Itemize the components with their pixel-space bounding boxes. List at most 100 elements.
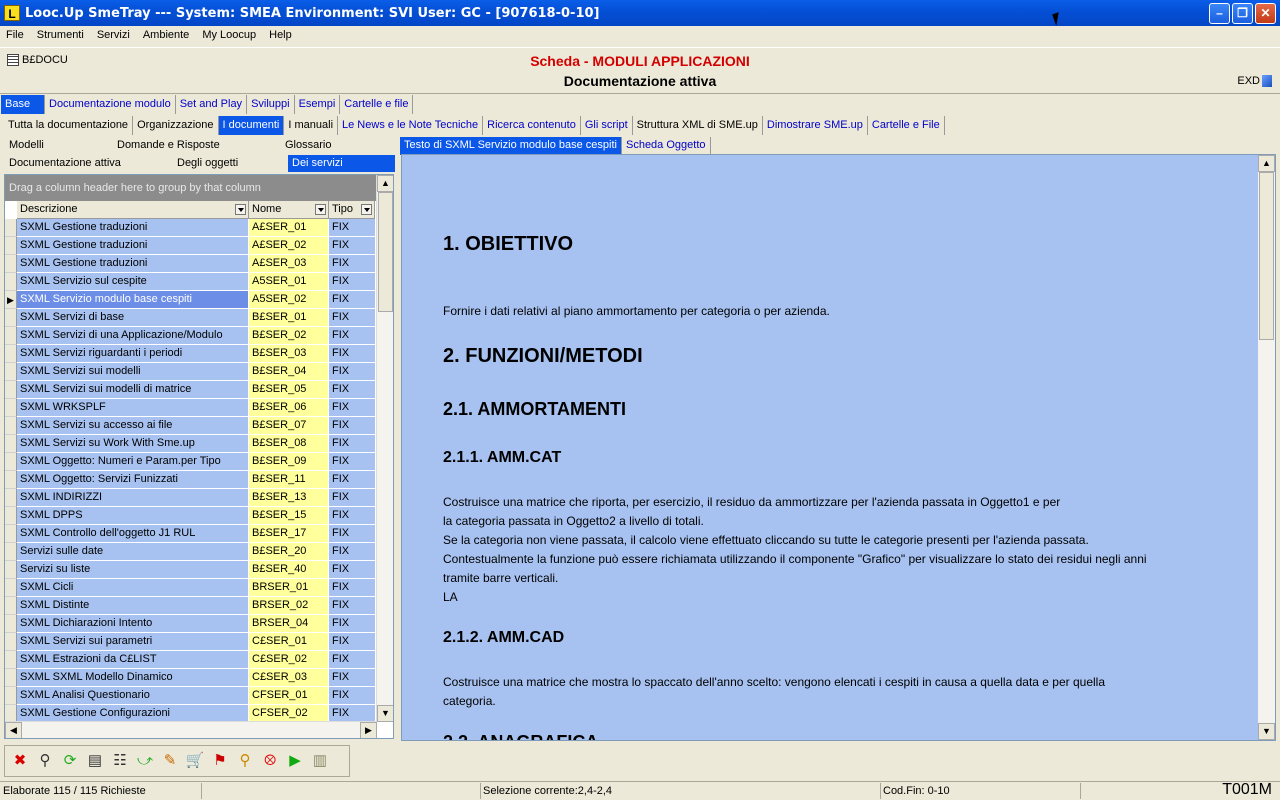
cell-nome[interactable]: B£SER_09: [249, 453, 329, 471]
cell-tipo[interactable]: FIX: [329, 687, 375, 705]
row-selector[interactable]: [5, 237, 17, 255]
cell-nome[interactable]: B£SER_17: [249, 525, 329, 543]
flag-icon[interactable]: ⚑: [209, 750, 231, 772]
cell-tipo[interactable]: FIX: [329, 579, 375, 597]
cell-descrizione[interactable]: SXML Servizi su Work With Sme.up: [17, 435, 249, 453]
row-selector[interactable]: [5, 471, 17, 489]
cell-descrizione[interactable]: SXML Estrazioni da C£LIST: [17, 651, 249, 669]
play-icon[interactable]: ▶: [284, 750, 306, 772]
row-selector[interactable]: [5, 381, 17, 399]
scroll-up-icon[interactable]: ▲: [1258, 155, 1275, 172]
tab-sviluppi[interactable]: Sviluppi: [247, 95, 295, 114]
cell-nome[interactable]: B£SER_15: [249, 507, 329, 525]
table-row[interactable]: SXML Servizi sui modelli di matrice B£SER…: [5, 381, 377, 399]
row-selector[interactable]: [5, 309, 17, 327]
table-row[interactable]: SXML SXML Modello Dinamico C£SER_03 FIX: [5, 669, 377, 687]
cell-tipo[interactable]: FIX: [329, 417, 375, 435]
cell-tipo[interactable]: FIX: [329, 669, 375, 687]
tab-gli-script[interactable]: Gli script: [581, 116, 633, 135]
cell-descrizione[interactable]: SXML INDIRIZZI: [17, 489, 249, 507]
cell-descrizione[interactable]: Servizi sulle date: [17, 543, 249, 561]
table-row[interactable]: SXML Cicli BRSER_01 FIX: [5, 579, 377, 597]
row-selector[interactable]: [5, 489, 17, 507]
row-selector[interactable]: [5, 453, 17, 471]
row-selector[interactable]: [5, 363, 17, 381]
row-selector[interactable]: [5, 507, 17, 525]
cell-descrizione[interactable]: SXML WRKSPLF: [17, 399, 249, 417]
cell-descrizione[interactable]: SXML SXML Modello Dinamico: [17, 669, 249, 687]
scroll-down-icon[interactable]: ▼: [377, 705, 393, 722]
exd-icon[interactable]: [1262, 75, 1272, 87]
row-selector[interactable]: [5, 561, 17, 579]
tab-degli-oggetti[interactable]: Degli oggetti: [173, 155, 238, 172]
table-row[interactable]: SXML Servizi sui parametri C£SER_01 FIX: [5, 633, 377, 651]
cell-descrizione[interactable]: SXML Servizi sui modelli di matrice: [17, 381, 249, 399]
table-row[interactable]: Servizi sulle date B£SER_20 FIX: [5, 543, 377, 561]
cell-tipo[interactable]: FIX: [329, 309, 375, 327]
tab-struttura-xml[interactable]: Struttura XML di SME.up: [633, 116, 763, 135]
table-row[interactable]: SXML INDIRIZZI B£SER_13 FIX: [5, 489, 377, 507]
row-selector[interactable]: [5, 435, 17, 453]
cell-descrizione[interactable]: SXML Servizi su accesso ai file: [17, 417, 249, 435]
cell-descrizione[interactable]: SXML Servizi di una Applicazione/Modulo: [17, 327, 249, 345]
print-icon[interactable]: ☷: [109, 750, 131, 772]
cell-nome[interactable]: B£SER_40: [249, 561, 329, 579]
filter-dropdown-icon[interactable]: [235, 204, 246, 215]
tab-ricerca-contenuto[interactable]: Ricerca contenuto: [483, 116, 581, 135]
group-by-bar[interactable]: Drag a column header here to group by th…: [5, 175, 377, 201]
tab-i-documenti[interactable]: I documenti: [218, 116, 285, 135]
row-selector[interactable]: [5, 579, 17, 597]
cell-tipo[interactable]: FIX: [329, 597, 375, 615]
cell-tipo[interactable]: FIX: [329, 489, 375, 507]
cell-descrizione[interactable]: SXML Servizi sui parametri: [17, 633, 249, 651]
tab-documentazione-attiva[interactable]: Documentazione attiva: [5, 155, 121, 172]
cell-nome[interactable]: B£SER_04: [249, 363, 329, 381]
table-row[interactable]: SXML Servizi sui modelli B£SER_04 FIX: [5, 363, 377, 381]
document-vertical-scrollbar[interactable]: ▲ ▼: [1258, 155, 1275, 740]
column-tipo[interactable]: Tipo: [329, 201, 375, 219]
cell-descrizione[interactable]: SXML Servizi di base: [17, 309, 249, 327]
table-row[interactable]: SXML Servizi riguardanti i periodi B£SER_…: [5, 345, 377, 363]
cell-nome[interactable]: BRSER_04: [249, 615, 329, 633]
cell-descrizione[interactable]: SXML Servizi sui modelli: [17, 363, 249, 381]
tab-documentazione-modulo[interactable]: Documentazione modulo: [45, 95, 176, 114]
cell-tipo[interactable]: FIX: [329, 273, 375, 291]
filter-dropdown-icon[interactable]: [315, 204, 326, 215]
table-row[interactable]: SXML Estrazioni da C£LIST C£SER_02 FIX: [5, 651, 377, 669]
cell-tipo[interactable]: FIX: [329, 561, 375, 579]
menu-my-loocup[interactable]: My Loocup: [202, 29, 256, 41]
table-row[interactable]: SXML Distinte BRSER_02 FIX: [5, 597, 377, 615]
cell-tipo[interactable]: FIX: [329, 219, 375, 237]
cell-descrizione[interactable]: SXML Oggetto: Numeri e Param.per Tipo: [17, 453, 249, 471]
tab-organizzazione[interactable]: Organizzazione: [133, 116, 219, 135]
cell-tipo[interactable]: FIX: [329, 507, 375, 525]
cell-nome[interactable]: B£SER_20: [249, 543, 329, 561]
row-selector[interactable]: [5, 525, 17, 543]
search-icon[interactable]: ⚲: [34, 750, 56, 772]
table-row[interactable]: SXML Controllo dell'oggetto J1 RUL B£SER_…: [5, 525, 377, 543]
table-row[interactable]: SXML Oggetto: Numeri e Param.per Tipo B£S…: [5, 453, 377, 471]
edit-icon[interactable]: ✎: [159, 750, 181, 772]
minimize-button[interactable]: –: [1209, 3, 1230, 24]
cell-descrizione[interactable]: SXML Distinte: [17, 597, 249, 615]
tab-testo-sxml[interactable]: Testo di SXML Servizio modulo base cespi…: [400, 137, 622, 155]
cell-tipo[interactable]: FIX: [329, 435, 375, 453]
cell-descrizione[interactable]: SXML Analisi Questionario: [17, 687, 249, 705]
cell-descrizione[interactable]: Servizi su liste: [17, 561, 249, 579]
row-selector[interactable]: [5, 219, 17, 237]
tab-scheda-oggetto[interactable]: Scheda Oggetto: [622, 137, 711, 155]
tab-dimostrare[interactable]: Dimostrare SME.up: [763, 116, 868, 135]
menu-strumenti[interactable]: Strumenti: [37, 29, 84, 41]
table-row[interactable]: Servizi su liste B£SER_40 FIX: [5, 561, 377, 579]
cell-nome[interactable]: B£SER_02: [249, 327, 329, 345]
cell-descrizione[interactable]: SXML Cicli: [17, 579, 249, 597]
row-selector[interactable]: [5, 651, 17, 669]
table-row[interactable]: SXML Servizi di base B£SER_01 FIX: [5, 309, 377, 327]
cell-descrizione[interactable]: SXML Servizio modulo base cespiti: [17, 291, 249, 309]
tab-tutta-documentazione[interactable]: Tutta la documentazione: [4, 116, 134, 135]
tab-cartelle-file-2[interactable]: Cartelle e File: [868, 116, 945, 135]
menu-ambiente[interactable]: Ambiente: [143, 29, 189, 41]
cell-nome[interactable]: BRSER_01: [249, 579, 329, 597]
zoom-icon[interactable]: ⚲: [234, 750, 256, 772]
cell-nome[interactable]: A£SER_03: [249, 255, 329, 273]
